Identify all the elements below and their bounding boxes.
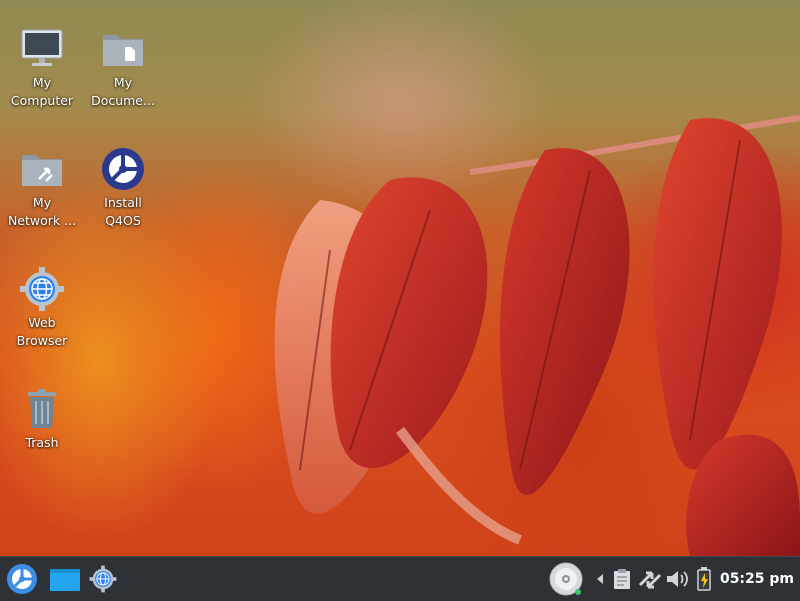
network-folder-icon [22,155,62,186]
network-icon [638,571,662,589]
web-browser-launcher-icon [89,565,117,593]
battery-icon [697,567,711,591]
disc-icon [549,562,583,596]
volume-tray-button[interactable] [664,557,690,601]
desktop-icon-my-network[interactable]: My Network ... [2,146,82,230]
volume-icon [667,571,688,587]
documents-folder-icon [103,35,143,66]
desktop-icon-label: Trash [25,435,59,450]
web-browser-launcher[interactable] [86,557,120,601]
tray-expand-button[interactable] [594,557,606,601]
desktop-icon-label: Web Browser [16,315,68,348]
desktop-icon-label: My Computer [10,75,74,108]
desktop-icon-label: My Network ... [7,195,77,228]
computer-icon [21,29,63,66]
desktop-icon-web-browser[interactable]: Web Browser [2,266,82,350]
trash-icon [28,389,56,428]
show-desktop-button[interactable] [46,557,84,601]
web-browser-icon [20,267,64,311]
network-tray-button[interactable] [636,557,664,601]
disc-tray-button[interactable] [546,557,586,601]
battery-tray-button[interactable] [692,557,716,601]
clipboard-button[interactable] [610,557,634,601]
desktop-icon-trash[interactable]: Trash [2,386,82,452]
desktop-icon-label: My Docume... [91,75,155,108]
start-menu-button[interactable] [2,557,42,601]
desktop-icon-my-documents[interactable]: My Docume... [83,26,163,110]
taskbar-clock[interactable]: 05:25 pm [720,557,794,601]
tray-expand-arrow-icon [597,574,603,584]
desktop-icon-label: Install Q4OS [104,195,142,228]
desktop-icon-install-q4os[interactable]: Install Q4OS [83,146,163,230]
start-menu-icon [7,564,37,594]
taskbar: 05:25 pm [0,556,800,601]
clipboard-icon [614,569,630,589]
q4os-installer-icon [102,148,144,190]
desktop-icon-my-computer[interactable]: My Computer [2,26,82,110]
show-desktop-icon [50,569,80,591]
